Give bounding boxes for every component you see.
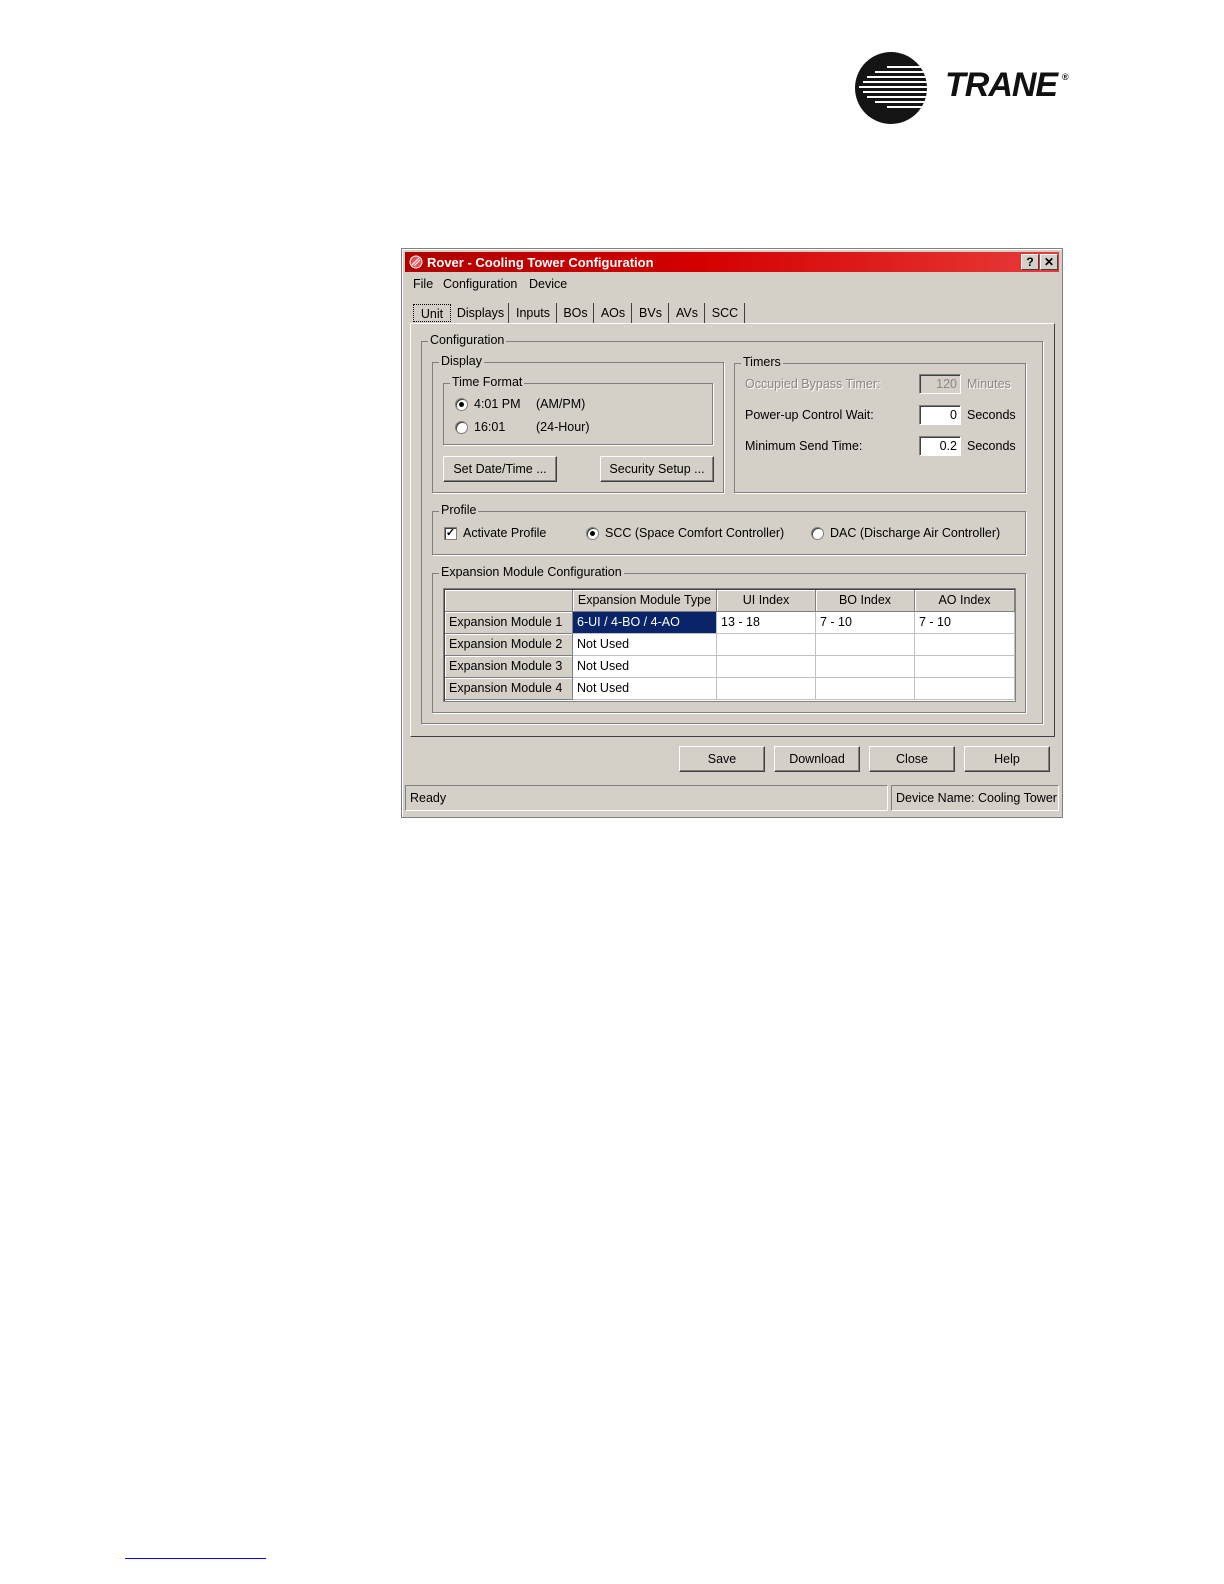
table-cell-type[interactable]: Not Used: [573, 634, 717, 656]
tab-bvs[interactable]: BVs: [633, 303, 669, 323]
help-titlebar-button[interactable]: ?: [1021, 254, 1039, 270]
save-button[interactable]: Save: [679, 746, 765, 772]
power-up-control-wait-input[interactable]: 0: [919, 405, 961, 425]
time-ampm-example: 4:01 PM: [474, 397, 521, 411]
activate-profile-label: Activate Profile: [463, 526, 547, 540]
tab-unit[interactable]: Unit: [413, 304, 451, 322]
help-button[interactable]: Help: [964, 746, 1050, 772]
table-header-ui-index[interactable]: UI Index: [717, 590, 816, 612]
table-cell-ao-index: [915, 678, 1015, 700]
tab-displays[interactable]: Displays: [453, 303, 509, 323]
configuration-group-label: Configuration: [428, 333, 507, 347]
table-cell-ao-index: [915, 656, 1015, 678]
table-header-bo-index[interactable]: BO Index: [816, 590, 915, 612]
minimum-send-time-unit: Seconds: [967, 439, 1016, 453]
profile-scc-label: SCC (Space Comfort Controller): [605, 526, 785, 540]
download-button[interactable]: Download: [774, 746, 860, 772]
tab-avs[interactable]: AVs: [670, 303, 705, 323]
trane-logo: TRANE ®: [855, 52, 1075, 128]
time-format-24h-radio[interactable]: [455, 421, 468, 434]
power-up-control-wait-unit: Seconds: [967, 408, 1016, 422]
set-date-time-button[interactable]: Set Date/Time ...: [443, 456, 557, 482]
table-header-ao-index[interactable]: AO Index: [915, 590, 1015, 612]
table-cell-ao-index: 7 - 10: [915, 612, 1015, 634]
profile-dac-label: DAC (Discharge Air Controller): [830, 526, 1001, 540]
tab-aos[interactable]: AOs: [595, 303, 632, 323]
profile-scc-radio[interactable]: [586, 527, 599, 540]
table-cell-type[interactable]: Not Used: [573, 678, 717, 700]
security-setup-button[interactable]: Security Setup ...: [600, 456, 714, 482]
footer-rule: [125, 1558, 266, 1559]
time-format-label: Time Format: [450, 375, 525, 389]
time-24h-desc: (24-Hour): [536, 420, 590, 434]
menu-device[interactable]: Device: [529, 277, 567, 291]
activate-profile-checkbox[interactable]: ✓: [444, 527, 457, 540]
table-cell-ui-index: [717, 634, 816, 656]
table-cell-bo-index: [816, 656, 915, 678]
table-row-header: Expansion Module 4: [445, 678, 573, 700]
menu-file[interactable]: File: [413, 277, 433, 291]
occupied-bypass-timer-label: Occupied Bypass Timer:: [745, 377, 881, 391]
tab-bos[interactable]: BOs: [558, 303, 594, 323]
registered-mark: ®: [1062, 72, 1069, 82]
occupied-bypass-timer-unit: Minutes: [967, 377, 1011, 391]
table-row-header: Expansion Module 2: [445, 634, 573, 656]
menu-configuration[interactable]: Configuration: [443, 277, 517, 291]
time-format-group: Time Format: [443, 375, 713, 445]
table-cell-type[interactable]: Not Used: [573, 656, 717, 678]
status-device-name: Device Name: Cooling Tower: [891, 785, 1059, 811]
tab-scc[interactable]: SCC: [706, 303, 745, 323]
table-header-type[interactable]: Expansion Module Type: [573, 590, 717, 612]
table-row-header: Expansion Module 1: [445, 612, 573, 634]
minimum-send-time-input[interactable]: 0.2: [919, 436, 961, 456]
rover-app-icon: [409, 255, 423, 269]
profile-dac-radio[interactable]: [811, 527, 824, 540]
minimum-send-time-label: Minimum Send Time:: [745, 439, 863, 453]
table-cell-ui-index: [717, 678, 816, 700]
close-button[interactable]: Close: [869, 746, 955, 772]
table-cell-ui-index: 13 - 18: [717, 612, 816, 634]
table-cell-bo-index: [816, 634, 915, 656]
table-cell-ui-index: [717, 656, 816, 678]
expansion-module-group-label: Expansion Module Configuration: [439, 565, 624, 579]
table-cell-bo-index: [816, 678, 915, 700]
window-title: Rover - Cooling Tower Configuration: [427, 255, 654, 270]
time-24h-example: 16:01: [474, 420, 506, 434]
status-ready: Ready: [405, 785, 888, 811]
time-format-ampm-radio[interactable]: [455, 398, 468, 411]
table-row-header: Expansion Module 3: [445, 656, 573, 678]
title-bar[interactable]: Rover - Cooling Tower Configuration ? ✕: [405, 252, 1059, 272]
close-titlebar-button[interactable]: ✕: [1040, 254, 1058, 270]
table-cell-ao-index: [915, 634, 1015, 656]
tab-inputs[interactable]: Inputs: [510, 303, 557, 323]
occupied-bypass-timer-input: 120: [919, 374, 961, 394]
table-cell-bo-index: 7 - 10: [816, 612, 915, 634]
display-group-label: Display: [439, 354, 484, 368]
table-cell-type[interactable]: 6-UI / 4-BO / 4-AO: [573, 612, 717, 634]
profile-group-label: Profile: [439, 503, 479, 517]
table-header-corner: [445, 590, 573, 612]
timers-group-label: Timers: [741, 355, 783, 369]
trane-logo-disc-icon: [855, 52, 927, 124]
time-ampm-desc: (AM/PM): [536, 397, 586, 411]
power-up-control-wait-label: Power-up Control Wait:: [745, 408, 874, 422]
trane-wordmark: TRANE: [945, 66, 1058, 104]
expansion-module-table: Expansion Module Type UI Index BO Index …: [443, 588, 1016, 702]
